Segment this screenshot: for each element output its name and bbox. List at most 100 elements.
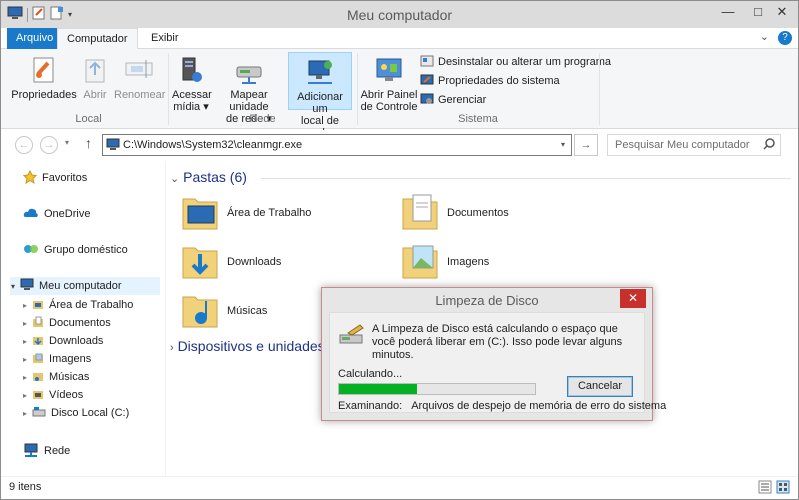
expand-arrow-icon[interactable]: ▸ — [23, 337, 27, 346]
system-properties-button[interactable]: Propriedades do sistema — [420, 72, 560, 90]
up-button[interactable]: ↑ — [85, 135, 92, 151]
collapse-arrow-icon[interactable]: ▾ — [11, 282, 15, 291]
nav-pictures-label: Imagens — [49, 353, 92, 365]
dialog-message: A Limpeza de Disco está calculando o esp… — [372, 323, 623, 361]
folder-desktop[interactable]: Área de Trabalho — [181, 191, 311, 234]
nav-videos[interactable]: ▸ Vídeos — [23, 386, 83, 404]
expand-ribbon-icon[interactable]: ⌄ — [760, 31, 769, 43]
disk-cleanup-dialog: Limpeza de Disco ✕ A Limpeza de Disco es… — [321, 287, 666, 421]
folder-documents-label: Documentos — [447, 206, 509, 219]
nav-homegroup[interactable]: Grupo doméstico — [23, 241, 128, 259]
control-panel-button[interactable]: Abrir Painel de Controle — [360, 51, 418, 113]
cloud-icon — [23, 207, 39, 222]
nav-network[interactable]: Rede — [23, 442, 70, 460]
nav-local-disk[interactable]: ▸ Disco Local (C:) — [23, 404, 129, 422]
nav-music[interactable]: ▸ Músicas — [23, 368, 89, 386]
computer-icon — [106, 138, 120, 154]
downloads-folder-icon — [32, 334, 44, 349]
ribbon-separator — [599, 53, 600, 125]
expand-arrow-icon[interactable]: ▸ — [23, 355, 27, 364]
explorer-window: ▾ Meu computador — □ ✕ Arquivo Computado… — [0, 0, 799, 500]
search-icon[interactable] — [762, 137, 776, 154]
dialog-body: A Limpeza de Disco está calculando o esp… — [329, 312, 666, 413]
examining-value: Arquivos de despejo de memória de erro d… — [411, 400, 667, 412]
uninstall-label: Desinstalar ou alterar um programa — [438, 56, 612, 68]
nav-my-computer[interactable]: ▾ Meu computador — [10, 277, 160, 295]
nav-desktop-label: Área de Trabalho — [49, 299, 134, 311]
desktop-folder-icon — [181, 191, 219, 234]
folders-section-header[interactable]: ⌄ Pastas (6) — [170, 169, 247, 185]
search-placeholder: Pesquisar Meu computador — [615, 139, 750, 151]
manage-button[interactable]: Gerenciar — [420, 91, 486, 109]
recent-locations-button[interactable]: ▾ — [65, 138, 69, 147]
address-path[interactable]: C:\Windows\System32\cleanmgr.exe — [123, 139, 302, 151]
star-icon — [22, 169, 38, 187]
map-drive-label-1: Mapear unidade — [229, 89, 269, 113]
access-media-label-1: Acessar — [172, 89, 212, 101]
system-properties-label: Propriedades do sistema — [438, 75, 560, 87]
large-icons-view-icon[interactable] — [776, 480, 790, 497]
help-icon[interactable]: ? — [778, 31, 792, 45]
tab-file[interactable]: Arquivo — [7, 28, 63, 49]
expand-arrow-icon: › — [170, 342, 174, 354]
network-location-icon — [304, 57, 336, 87]
nav-downloads[interactable]: ▸ Downloads — [23, 332, 103, 350]
details-view-icon[interactable] — [758, 480, 772, 497]
close-button[interactable]: ✕ — [767, 1, 797, 23]
properties-button[interactable]: Propriedades — [11, 51, 77, 101]
nav-documents[interactable]: ▸ Documentos — [23, 314, 111, 332]
nav-homegroup-label: Grupo doméstico — [44, 244, 128, 256]
expand-arrow-icon[interactable]: ▸ — [23, 301, 27, 310]
folder-documents[interactable]: Documentos — [401, 191, 509, 234]
network-icon — [23, 443, 39, 460]
properties-label: Propriedades — [11, 89, 77, 101]
expand-arrow-icon[interactable]: ▸ — [23, 391, 27, 400]
address-dropdown-icon[interactable]: ▾ — [555, 135, 571, 155]
add-network-location-button[interactable]: Adicionar um local de rede — [288, 52, 352, 139]
disk-cleanup-icon — [338, 323, 366, 350]
back-button[interactable]: ← — [15, 136, 33, 154]
folder-desktop-label: Área de Trabalho — [227, 206, 312, 219]
group-system-label: Sistema — [458, 113, 498, 125]
access-media-label-2: mídia — [173, 101, 201, 113]
open-button[interactable]: Abrir — [79, 51, 111, 101]
expand-arrow-icon[interactable]: ▸ — [23, 409, 27, 418]
nav-onedrive-label: OneDrive — [44, 208, 91, 220]
open-icon — [79, 55, 111, 85]
ribbon-tabs: Arquivo Computador Exibir ⌄ ? — [1, 28, 798, 50]
folder-pictures[interactable]: Imagens — [401, 240, 489, 283]
control-panel-label-1: Abrir Painel — [360, 89, 418, 101]
nav-pictures[interactable]: ▸ Imagens — [23, 350, 91, 368]
expand-arrow-icon[interactable]: ▸ — [23, 319, 27, 328]
cancel-button[interactable]: Cancelar — [567, 376, 633, 397]
rename-label: Renomear — [114, 89, 166, 101]
nav-videos-label: Vídeos — [49, 389, 84, 401]
dialog-close-button[interactable]: ✕ — [620, 289, 646, 308]
minimize-button[interactable]: — — [713, 1, 743, 23]
access-media-button[interactable]: Acessar mídia ▾ — [172, 51, 212, 113]
media-server-icon — [175, 55, 207, 85]
nav-downloads-label: Downloads — [49, 335, 104, 347]
address-field[interactable]: C:\Windows\System32\cleanmgr.exe ▾ — [102, 134, 572, 156]
downloads-folder-icon — [181, 240, 219, 283]
rename-button[interactable]: Renomear — [114, 51, 166, 101]
nav-local-disk-label: Disco Local (C:) — [51, 407, 130, 419]
nav-desktop[interactable]: ▸ Área de Trabalho — [23, 296, 133, 314]
nav-music-label: Músicas — [49, 371, 90, 383]
window-title: Meu computador — [346, 7, 453, 23]
devices-section-header[interactable]: › Dispositivos e unidades — [170, 338, 325, 354]
expand-arrow-icon[interactable]: ▸ — [23, 373, 27, 382]
nav-onedrive[interactable]: OneDrive — [23, 205, 90, 223]
ribbon: Propriedades Abrir Renomear Local Acessa… — [1, 49, 798, 139]
go-button[interactable]: → — [574, 134, 598, 156]
desktop-folder-icon — [32, 298, 44, 313]
search-input[interactable]: Pesquisar Meu computador — [607, 134, 781, 156]
forward-button[interactable]: → — [40, 136, 58, 154]
uninstall-program-button[interactable]: Desinstalar ou alterar um programa — [420, 53, 611, 71]
tab-computer[interactable]: Computador — [57, 28, 138, 50]
folder-music[interactable]: Músicas — [181, 289, 267, 332]
tab-view[interactable]: Exibir — [142, 28, 188, 49]
nav-favorites[interactable]: Favoritos — [22, 169, 87, 187]
folder-downloads[interactable]: Downloads — [181, 240, 281, 283]
manage-label: Gerenciar — [438, 94, 487, 106]
